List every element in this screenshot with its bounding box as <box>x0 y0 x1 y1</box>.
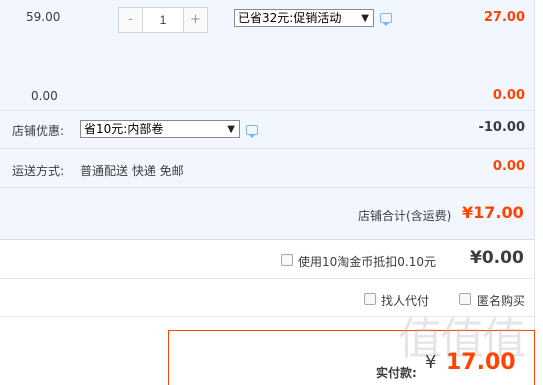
zero-price: 0.00 <box>31 89 58 103</box>
quantity-stepper[interactable]: - + <box>118 7 208 33</box>
shop-discount-select-value: 省10元:内部卷 <box>84 122 164 136</box>
promo-select-value: 已省32元:促销活动 <box>238 11 342 25</box>
proxy-pay-label: 找人代付 <box>381 294 430 308</box>
shipping-method: 普通配送 快递 免邮 <box>80 164 184 178</box>
chat-bubble-icon[interactable] <box>380 13 392 26</box>
unit-price: 59.00 <box>26 10 61 24</box>
divider <box>0 278 535 279</box>
divider <box>0 316 535 317</box>
chevron-down-icon: ▼ <box>227 124 235 135</box>
shipping-value: 0.00 <box>492 159 525 174</box>
anonymous-checkbox[interactable] <box>459 293 471 305</box>
shop-total-value: ¥17.00 <box>462 203 524 222</box>
shipping-label: 运送方式: <box>12 164 65 178</box>
coins-label: 使用10淘金币抵扣0.10元 <box>298 255 436 269</box>
shop-discount-label: 店铺优惠: <box>12 124 65 138</box>
divider <box>0 239 535 240</box>
shop-discount-select[interactable]: 省10元:内部卷 ▼ <box>80 120 240 138</box>
divider <box>0 148 535 149</box>
anonymous-label: 匿名购买 <box>477 294 526 308</box>
coins-checkbox[interactable] <box>281 254 293 266</box>
quantity-input[interactable] <box>143 8 183 32</box>
zero-amount: 0.00 <box>492 88 525 103</box>
right-border <box>534 0 535 385</box>
increase-button[interactable]: + <box>183 8 207 32</box>
shop-total-label: 店铺合计(含运费) <box>358 209 452 223</box>
divider <box>0 110 535 111</box>
proxy-pay-checkbox[interactable] <box>364 293 376 305</box>
chevron-down-icon: ▼ <box>361 13 369 24</box>
payment-currency: ¥ <box>425 352 437 373</box>
shop-discount-value: -10.00 <box>478 120 525 135</box>
payment-value: 17.00 <box>446 350 516 375</box>
payment-label: 实付款: <box>376 366 417 380</box>
chat-bubble-icon[interactable] <box>246 125 258 138</box>
item-subtotal: 27.00 <box>483 10 525 25</box>
divider <box>0 187 535 188</box>
decrease-button[interactable]: - <box>119 8 143 32</box>
coins-value: ¥0.00 <box>470 248 524 268</box>
promo-select[interactable]: 已省32元:促销活动 ▼ <box>234 9 374 27</box>
